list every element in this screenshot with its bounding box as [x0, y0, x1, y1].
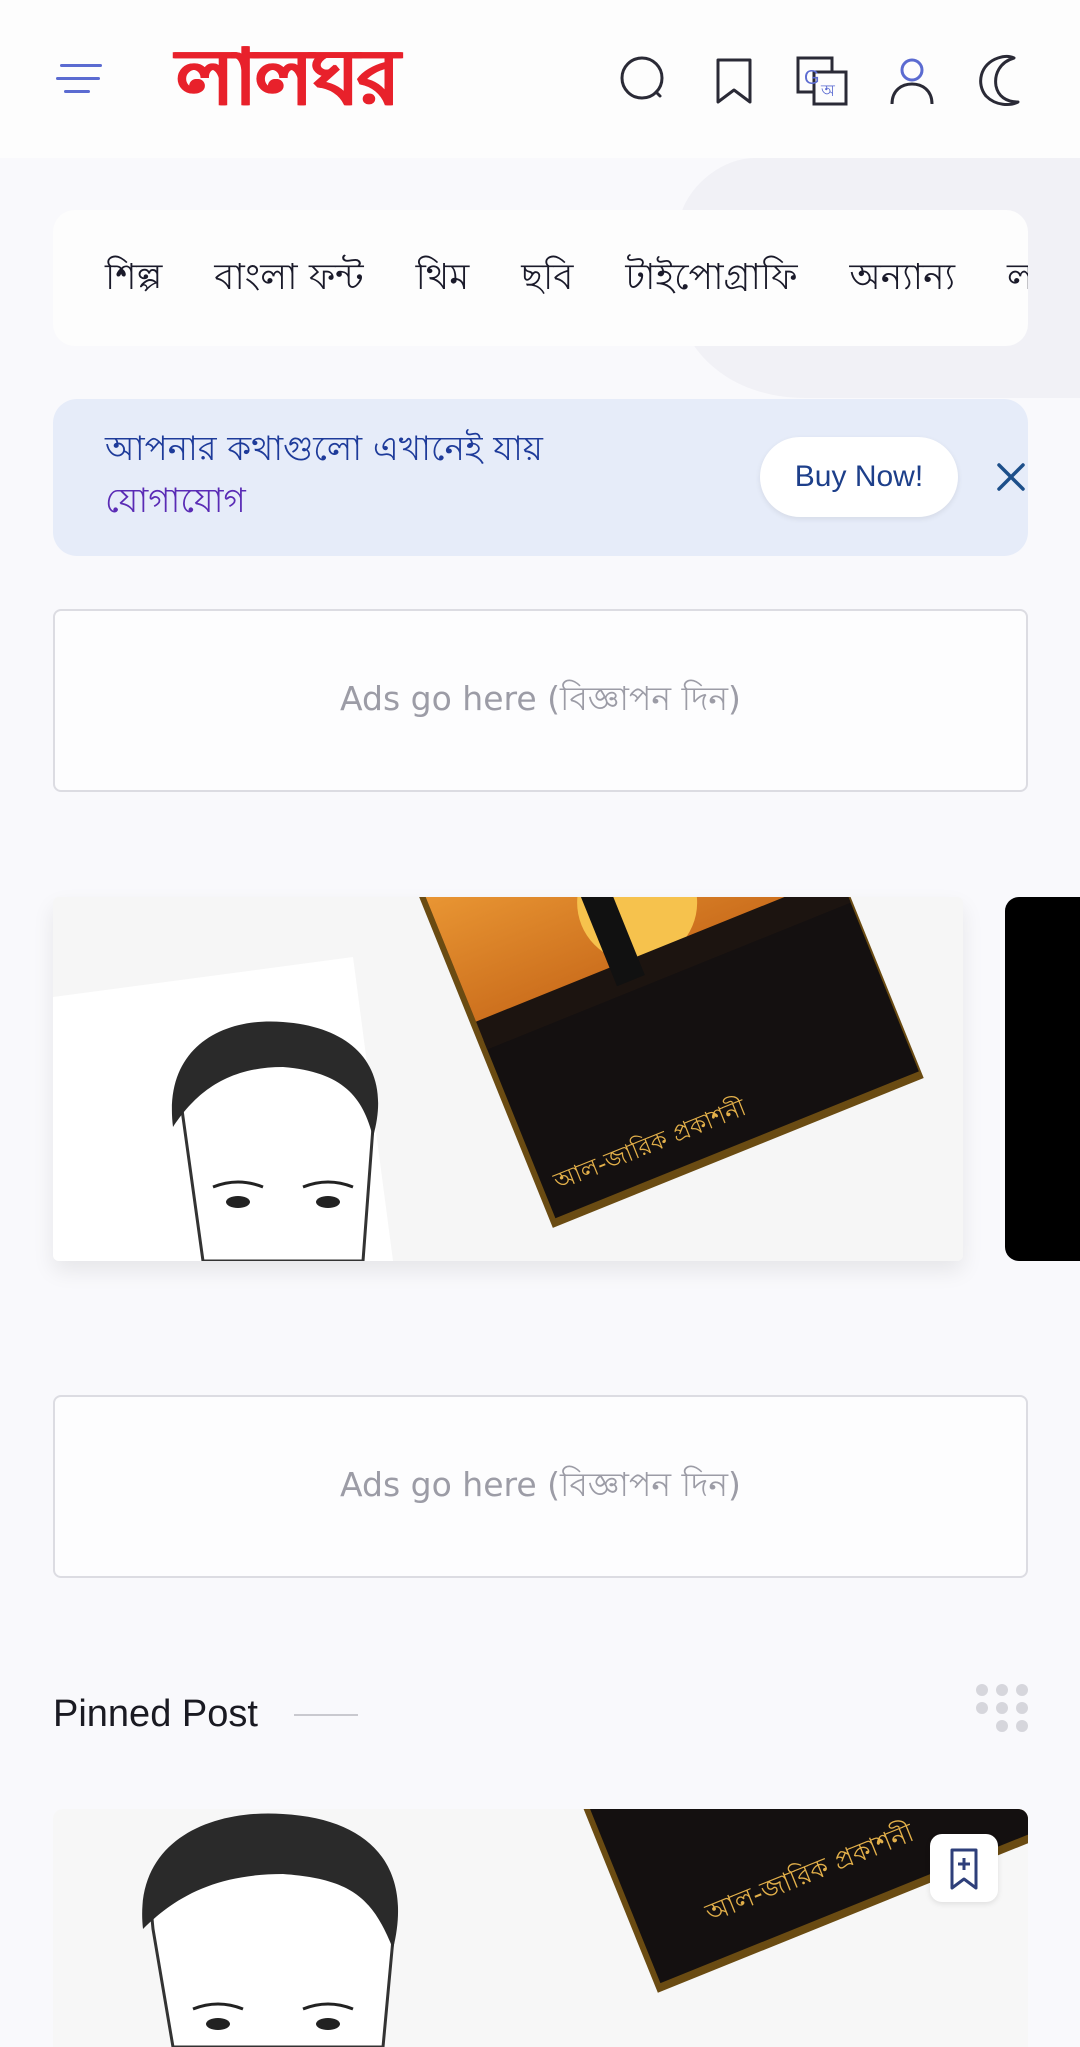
title-divider	[294, 1714, 358, 1716]
menu-icon[interactable]	[56, 62, 102, 96]
section-title: Pinned Post	[53, 1693, 258, 1735]
add-bookmark-button[interactable]	[930, 1834, 998, 1902]
ad-placeholder[interactable]: Ads go here (বিজ্ঞাপন দিন)	[53, 1395, 1028, 1578]
promo-banner: আপনার কথাগুলো এখানেই যায় যোগাযোগ Buy No…	[53, 399, 1028, 556]
category-item[interactable]: টাইপোগ্রাফি	[625, 210, 797, 346]
site-logo[interactable]: লালঘর	[176, 34, 472, 122]
buy-now-button[interactable]: Buy Now!	[760, 437, 958, 517]
svg-text:অ: অ	[820, 81, 836, 100]
category-item[interactable]: ল	[1007, 210, 1028, 346]
ad-label: Ads go here (বিজ্ঞাপন দিন)	[340, 1464, 741, 1504]
next-slide-preview[interactable]	[1005, 897, 1080, 1261]
pinned-post-card[interactable]: আল-জারিক প্রকাশনী	[53, 1809, 1028, 2047]
promo-link[interactable]: যোগাযোগ	[105, 475, 246, 527]
category-nav: শিল্প বাংলা ফন্ট থিম ছবি টাইপোগ্রাফি অন্যান্য…	[53, 210, 1028, 346]
grid-dots-icon[interactable]	[974, 1682, 1030, 1738]
promo-text: আপনার কথাগুলো এখানেই যায়	[105, 429, 543, 469]
pinned-post-image: আল-জারিক প্রকাশনী	[53, 1809, 1028, 2047]
featured-slide[interactable]: আল-জারিক প্রকাশনী	[53, 897, 963, 1261]
ad-label: Ads go here (বিজ্ঞাপন দিন)	[340, 678, 741, 718]
category-item[interactable]: থিম	[416, 210, 470, 346]
search-icon[interactable]	[616, 52, 672, 108]
category-item[interactable]: ছবি	[521, 210, 573, 346]
category-item[interactable]: শিল্প	[105, 210, 162, 346]
category-item[interactable]: অন্যান্য	[850, 210, 955, 346]
bookmark-plus-icon	[950, 1848, 978, 1890]
close-icon[interactable]	[989, 455, 1033, 499]
featured-image: আল-জারিক প্রকাশনী	[53, 897, 963, 1261]
translate-icon[interactable]: Gঅ	[794, 52, 850, 108]
moon-icon[interactable]	[974, 52, 1030, 108]
category-item[interactable]: বাংলা ফন্ট	[214, 210, 363, 346]
svg-text:G: G	[804, 67, 820, 89]
ad-placeholder[interactable]: Ads go here (বিজ্ঞাপন দিন)	[53, 609, 1028, 792]
user-icon[interactable]	[884, 52, 940, 108]
site-header: লালঘর Gঅ	[0, 0, 1080, 158]
bookmark-icon[interactable]	[706, 52, 762, 108]
